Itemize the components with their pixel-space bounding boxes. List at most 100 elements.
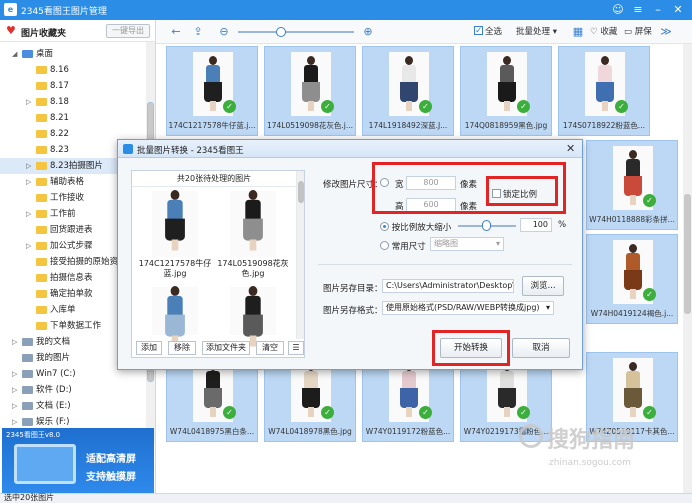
chevron-down-icon[interactable]: ◢ xyxy=(12,46,17,62)
zoom-slider[interactable] xyxy=(238,31,354,33)
tree-item[interactable]: ◢ 桌面 xyxy=(0,46,146,62)
toolbar: ← ⇪ ⊖ ⊕ 全选 批量处理 ▾ ▦ ♡ 收藏 ▭ 屏保 ≫ xyxy=(156,20,692,44)
list-view-icon[interactable]: ☰ xyxy=(288,341,304,355)
check-icon: ✓ xyxy=(419,406,432,419)
tree-item[interactable]: 8.16 xyxy=(0,62,146,78)
dialog-app-icon xyxy=(123,144,133,154)
list-item[interactable] xyxy=(138,286,212,391)
promo-line-2: 支持触摸屏 xyxy=(86,472,136,483)
export-button[interactable]: 一键导出 xyxy=(106,24,150,38)
remove-button[interactable]: 移除 xyxy=(168,341,196,355)
chevron-right-icon[interactable]: ▷ xyxy=(26,206,31,222)
batch-process-menu[interactable]: 批量处理 ▾ xyxy=(516,24,557,40)
chevron-right-icon[interactable]: ▷ xyxy=(12,382,17,398)
tree-item-label: 入库单 xyxy=(50,305,76,315)
batch-convert-dialog: 批量图片转换 - 2345看图王 ✕ 共20张待处理的图片 174C121757… xyxy=(117,139,583,370)
tree-item-label: 8.23拍摄图片 xyxy=(50,161,103,171)
chevron-right-icon[interactable]: ▷ xyxy=(26,238,31,254)
check-icon: ✓ xyxy=(643,194,656,207)
minimize-button[interactable]: – xyxy=(650,2,666,18)
tree-item[interactable]: ▷ 软件 (D:) xyxy=(0,382,146,398)
tree-item-label: 软件 (D:) xyxy=(36,385,72,395)
list-item-caption: 174L0519098花灰 色.jpg xyxy=(217,259,289,278)
save-format-select[interactable]: 使用原始格式(PSD/RAW/WEBP转换成jpg) ▾ xyxy=(382,301,554,315)
tree-item-label: Win7 (C:) xyxy=(36,369,76,379)
image-list-panel: 共20张待处理的图片 174C1217578牛仔 蓝.jpg 174L051909… xyxy=(131,170,305,358)
screensaver-button[interactable]: ▭ 屏保 xyxy=(624,24,652,40)
scale-input[interactable]: 100 xyxy=(520,218,552,232)
browse-button[interactable]: 浏览... xyxy=(522,276,564,296)
tree-item-label: 桌面 xyxy=(36,49,54,59)
scale-radio[interactable]: 按比例放大缩小 xyxy=(380,221,451,233)
image-thumbnail[interactable]: ✓ 174L0519098花灰色.j... xyxy=(264,46,356,136)
folder-icon xyxy=(36,114,47,122)
title-bar: e 2345看图王图片管理 ☺ ≡ – ✕ xyxy=(0,0,692,20)
more-icon[interactable]: ≫ xyxy=(658,24,674,40)
favorite-button[interactable]: ♡ 收藏 xyxy=(590,24,617,40)
percent-label: % xyxy=(558,220,567,230)
image-thumbnail[interactable]: ✓ 174C1217578牛仔蓝.j... xyxy=(166,46,258,136)
folder-icon xyxy=(36,194,47,202)
chevron-right-icon[interactable]: ▷ xyxy=(12,366,17,382)
thumbnail-caption: W74Y0119172粉蓝色... xyxy=(365,427,451,436)
chevron-right-icon[interactable]: ▷ xyxy=(26,94,31,110)
heart-icon: ♥ xyxy=(6,24,16,37)
cancel-button[interactable]: 取消 xyxy=(512,338,570,358)
folder-icon xyxy=(22,354,33,362)
tree-item[interactable]: ▷ 文档 (E:) xyxy=(0,398,146,414)
image-thumbnail[interactable]: ✓ 174L1918492深蓝.J... xyxy=(362,46,454,136)
list-item[interactable] xyxy=(216,286,290,391)
select-all-checkbox[interactable]: 全选 xyxy=(474,23,502,40)
sidebar-header: ♥ 图片收藏夹 一键导出 xyxy=(0,20,156,42)
thumbnail-caption: W74L0418978黑色.jpg xyxy=(268,427,352,436)
common-size-select[interactable]: 缩略图 ▾ xyxy=(430,237,504,251)
folder-icon xyxy=(36,226,47,234)
promo-banner[interactable]: 2345看图王v8.0 适配高清屏 支持触摸屏 xyxy=(2,428,154,496)
tree-item-label: 8.21 xyxy=(50,113,69,123)
image-thumbnail[interactable]: ✓ 174Q0818959黑色.jpg xyxy=(460,46,552,136)
grid-view-icon[interactable]: ▦ xyxy=(570,24,586,40)
list-item[interactable]: 174C1217578牛仔 蓝.jpg xyxy=(138,190,212,295)
back-arrow-icon[interactable]: ← xyxy=(168,24,184,40)
save-dir-input[interactable]: C:\Users\Administrator\Desktop\ xyxy=(382,279,514,293)
thumbnail-caption: W74L0418975黑白条... xyxy=(169,427,255,436)
folder-icon xyxy=(36,130,47,138)
model-figure xyxy=(624,150,642,205)
check-icon: ✓ xyxy=(517,100,530,113)
promo-line-1: 适配高清屏 xyxy=(86,454,136,465)
chevron-right-icon[interactable]: ▷ xyxy=(12,334,17,350)
chevron-right-icon[interactable]: ▷ xyxy=(26,158,31,174)
image-thumbnail[interactable]: ✓ 174S0718922粉蓝色... xyxy=(558,46,650,136)
save-dir-label: 图片另存目录： xyxy=(323,284,383,294)
list-scrollbar[interactable] xyxy=(296,171,304,339)
tree-item[interactable]: 8.17 xyxy=(0,78,146,94)
chevron-right-icon[interactable]: ▷ xyxy=(12,398,17,414)
folder-icon xyxy=(36,66,47,74)
tree-item-label: 接受拍摄的原始资料 xyxy=(50,257,127,267)
clear-button[interactable]: 清空 xyxy=(256,341,284,355)
zoom-slider-knob[interactable] xyxy=(276,27,286,37)
dialog-title: 批量图片转换 - 2345看图王 xyxy=(137,146,244,156)
tree-item-label: 确定拍单款 xyxy=(50,289,93,299)
tree-item[interactable]: 8.21 xyxy=(0,110,146,126)
thumbnail-caption: 174L0519098花灰色.j... xyxy=(266,121,353,130)
add-folder-button[interactable]: 添加文件夹 xyxy=(202,341,250,355)
image-thumbnail[interactable]: ✓ W74H0419124褐色.j... xyxy=(586,234,678,324)
zoom-in-icon[interactable]: ⊕ xyxy=(360,24,376,40)
tree-item-label: 工作前 xyxy=(50,209,76,219)
tree-item[interactable]: ▷ 8.18 xyxy=(0,94,146,110)
chevron-right-icon[interactable]: ▷ xyxy=(26,174,31,190)
dialog-close-icon[interactable]: ✕ xyxy=(566,142,575,155)
image-thumbnail[interactable]: ✓ W74H0118888彩条拼... xyxy=(586,140,678,230)
skin-icon[interactable]: ☺ xyxy=(610,2,626,18)
menu-icon[interactable]: ≡ xyxy=(630,2,646,18)
close-button[interactable]: ✕ xyxy=(670,2,686,18)
scale-slider-knob[interactable] xyxy=(482,220,491,231)
zoom-out-icon[interactable]: ⊖ xyxy=(216,24,232,40)
list-item[interactable]: 174L0519098花灰 色.jpg xyxy=(216,190,290,295)
monitor-icon xyxy=(14,444,76,484)
export-icon[interactable]: ⇪ xyxy=(190,24,206,40)
common-size-radio[interactable]: 常用尺寸 xyxy=(380,240,426,252)
thumbnail-caption: 174S0718922粉蓝色... xyxy=(562,121,646,130)
add-button[interactable]: 添加 xyxy=(136,341,162,355)
